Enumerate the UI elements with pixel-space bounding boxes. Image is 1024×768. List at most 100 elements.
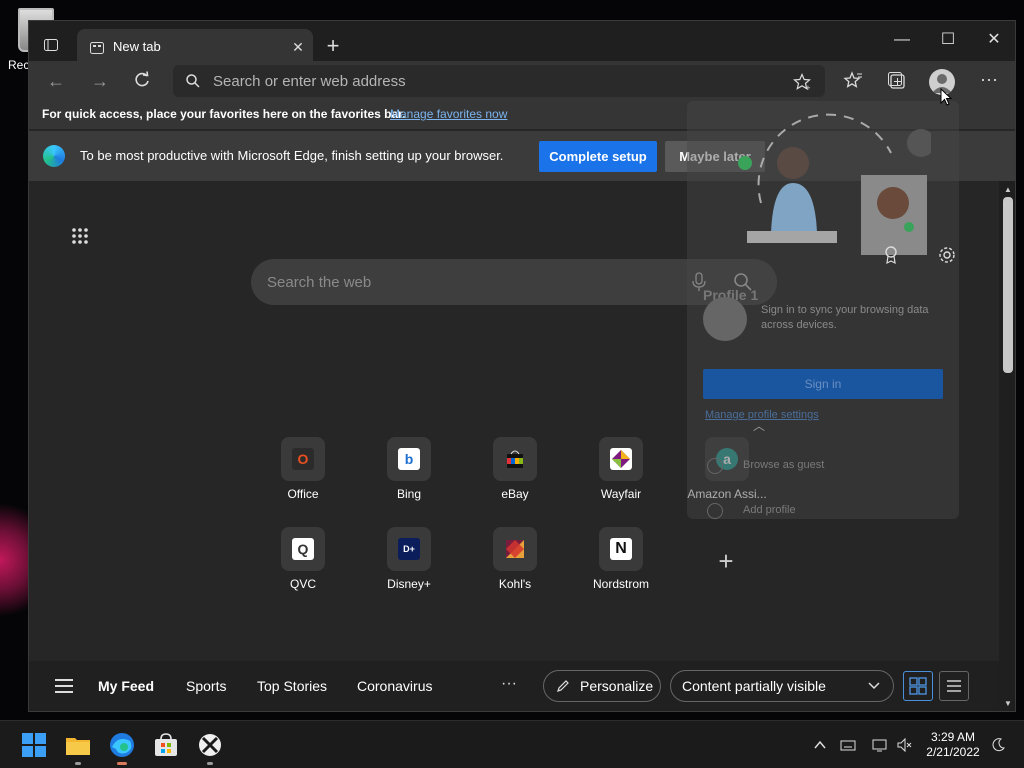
tile-icon-box [493,527,537,571]
tile-label: Kohl's [498,577,532,591]
tile-icon-box: b [387,437,431,481]
toolbar: ← → + ··· [29,61,1015,101]
notification-moon-icon[interactable] [990,737,1006,753]
office-logo-icon: O [292,448,314,470]
back-button[interactable]: ← [43,69,69,93]
kohls-logo-icon [506,540,524,558]
network-icon[interactable] [872,737,888,753]
address-input[interactable] [213,65,773,97]
quick-link-kohls[interactable]: Kohl's [471,527,559,601]
qvc-logo-icon: Q [292,538,314,560]
running-indicator [75,762,81,765]
recycle-bin-label: Rec [8,58,30,72]
award-ribbon-icon [885,246,897,265]
nordstrom-logo-icon: N [610,538,632,560]
taskbar: 3:29 AM 2/21/2022 [0,720,1024,768]
web-search-input[interactable] [267,259,677,305]
tile-icon-box: O [281,437,325,481]
new-tab-favicon-icon [90,42,104,54]
tab-close-button[interactable]: ✕ [289,38,307,56]
complete-setup-button[interactable]: Complete setup [539,141,657,172]
feed-tab-sports[interactable]: Sports [186,678,226,694]
add-favorite-icon[interactable]: + [793,73,811,91]
tile-label: Nordstrom [592,577,649,591]
settings-and-more-button[interactable]: ··· [977,69,1001,93]
chevron-down-icon [868,682,880,690]
app-launcher-icon[interactable] [71,227,89,245]
personalize-button[interactable]: Personalize [543,670,661,702]
list-layout-button[interactable] [939,671,969,701]
grid-layout-button[interactable] [903,671,933,701]
feed-tab-top-stories[interactable]: Top Stories [257,678,327,694]
quick-link-wayfair[interactable]: Wayfair [577,437,665,511]
start-windows-icon[interactable] [20,731,48,759]
browser-window: New tab ✕ + — ☐ ✕ ← → + ··· For quick ac… [28,20,1016,712]
scroll-thumb[interactable] [1003,197,1013,373]
guest-icon [707,458,723,474]
refresh-icon[interactable] [133,71,151,89]
taskbar-clock[interactable]: 3:29 AM 2/21/2022 [918,730,988,760]
tile-icon-box: Q [281,527,325,571]
file-explorer-app[interactable] [64,731,92,765]
show-hidden-icons-chevron-icon[interactable] [812,737,828,753]
collapse-chevron-icon[interactable]: ︿ [753,417,765,434]
edge-browser-icon [110,733,134,757]
file-explorer-icon [66,738,90,755]
feed-navigation-bar: My Feed Sports Top Stories Coronavirus ·… [29,661,999,711]
tile-label: Bing [396,487,422,501]
tile-icon-box [599,437,643,481]
pencil-icon [557,680,569,692]
wallpaper-glow [0,490,28,630]
quick-link-disney-plus[interactable]: D+ Disney+ [365,527,453,601]
content-visibility-value: Content partially visible [682,678,826,694]
quick-link-bing[interactable]: b Bing [365,437,453,511]
mouse-cursor-icon [940,88,952,106]
volume-muted-icon[interactable] [896,737,912,753]
profile-description: Sign in to sync your browsing data acros… [761,304,929,331]
profile-flyout: Profile 1 Sign in to sync your browsing … [687,101,959,519]
add-profile-option[interactable]: Add profile [743,504,796,516]
feed-tab-coronavirus[interactable]: Coronavirus [357,678,432,694]
quick-link-qvc[interactable]: Q QVC [259,527,347,601]
active-indicator [117,762,127,765]
tile-icon-box: D+ [387,527,431,571]
xbox-app[interactable] [196,731,224,765]
quick-link-ebay[interactable]: eBay [471,437,559,511]
minimize-button[interactable]: — [887,27,917,53]
new-tab-button[interactable]: + [319,33,347,61]
tile-label: Disney+ [387,577,431,591]
quick-link-office[interactable]: O Office [259,437,347,511]
manage-favorites-link[interactable]: Manage favorites now [390,107,507,121]
scroll-down-icon[interactable]: ▼ [1003,699,1013,709]
profile-settings-gear-icon[interactable] [937,245,957,265]
page-scrollbar[interactable]: ▲ ▼ [999,181,1015,711]
infobar-message: To be most productive with Microsoft Edg… [80,148,504,163]
menu-icon[interactable] [55,679,73,693]
feed-more-button[interactable]: ··· [501,675,517,693]
scroll-up-icon[interactable]: ▲ [1003,185,1013,195]
tile-label: Wayfair [600,487,642,501]
tab-title: New tab [113,39,161,54]
wayfair-logo-icon [610,448,632,470]
microsoft-store-app[interactable] [152,731,180,759]
forward-button[interactable]: → [87,69,113,93]
favorites-icon[interactable] [843,71,863,91]
edge-logo-icon [43,145,65,167]
tile-icon-box [493,437,537,481]
clock-date: 2/21/2022 [926,745,980,759]
maximize-button[interactable]: ☐ [933,27,963,53]
add-quick-link-button[interactable]: + [713,548,739,575]
personalize-label: Personalize [580,678,654,694]
sign-in-button[interactable]: Sign in [703,369,943,399]
content-visibility-dropdown[interactable]: Content partially visible [670,670,894,702]
keyboard-icon[interactable] [840,737,856,753]
browse-as-guest-option[interactable]: Browse as guest [743,459,824,471]
quick-link-nordstrom[interactable]: N Nordstrom [577,527,665,601]
edge-app[interactable] [108,731,136,765]
collections-icon[interactable] [887,71,907,91]
address-bar: + [173,65,825,97]
feed-tab-my-feed[interactable]: My Feed [98,678,154,694]
window-close-button[interactable]: ✕ [979,27,1009,53]
tab-actions-icon[interactable] [43,37,59,53]
list-layout-icon [947,680,961,692]
